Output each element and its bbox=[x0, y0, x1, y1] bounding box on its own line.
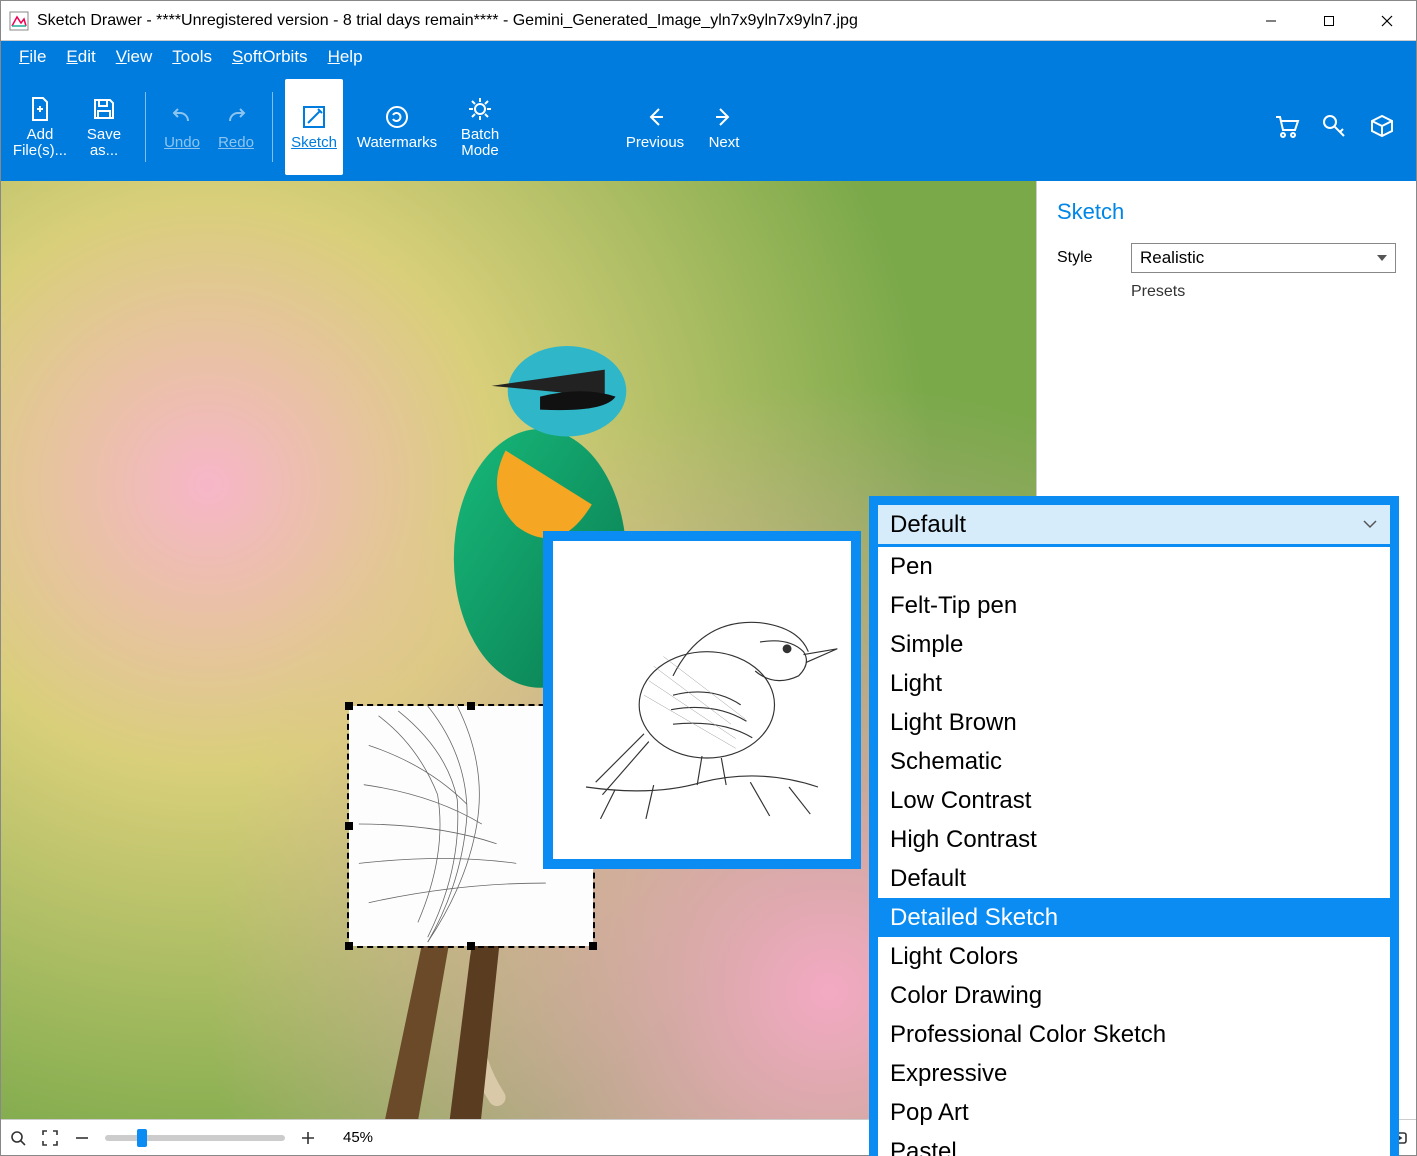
sketch-button[interactable]: Sketch bbox=[285, 79, 343, 175]
dropdown-option[interactable]: Simple bbox=[878, 625, 1390, 664]
app-window: Sketch Drawer - ****Unregistered version… bbox=[0, 0, 1417, 1156]
style-combo[interactable]: Realistic bbox=[1131, 243, 1396, 273]
batch-mode-button[interactable]: Batch Mode bbox=[451, 79, 509, 175]
menu-bar: File Edit View Tools SoftOrbits Help bbox=[1, 41, 1416, 73]
dropdown-list[interactable]: PenFelt-Tip penSimpleLightLight BrownSch… bbox=[878, 547, 1390, 1156]
previous-button[interactable]: Previous bbox=[621, 79, 689, 175]
arrow-right-icon bbox=[710, 103, 738, 131]
preview-sketch bbox=[557, 545, 847, 855]
chevron-down-icon bbox=[1362, 511, 1378, 539]
sketch-icon bbox=[300, 103, 328, 131]
dropdown-option[interactable]: Detailed Sketch bbox=[878, 898, 1390, 937]
dropdown-option[interactable]: Color Drawing bbox=[878, 976, 1390, 1015]
dropdown-option[interactable]: Light Colors bbox=[878, 937, 1390, 976]
undo-icon bbox=[168, 103, 196, 131]
arrow-left-icon bbox=[641, 103, 669, 131]
close-button[interactable] bbox=[1358, 1, 1416, 40]
dropdown-option[interactable]: Expressive bbox=[878, 1054, 1390, 1093]
resize-handle[interactable] bbox=[345, 942, 353, 950]
presets-dropdown[interactable]: Default PenFelt-Tip penSimpleLightLight … bbox=[869, 496, 1399, 1156]
menu-view[interactable]: View bbox=[106, 41, 163, 73]
package-icon[interactable] bbox=[1368, 112, 1396, 143]
resize-handle[interactable] bbox=[589, 942, 597, 950]
fit-screen-icon[interactable] bbox=[41, 1129, 59, 1147]
resize-handle[interactable] bbox=[467, 702, 475, 710]
app-icon bbox=[9, 11, 29, 31]
save-as-button[interactable]: Save as... bbox=[75, 79, 133, 175]
toolbar: Add File(s)... Save as... Undo Redo Sket… bbox=[1, 73, 1416, 181]
dropdown-option[interactable]: Low Contrast bbox=[878, 781, 1390, 820]
resize-handle[interactable] bbox=[467, 942, 475, 950]
redo-icon bbox=[222, 103, 250, 131]
menu-file[interactable]: File bbox=[9, 41, 56, 73]
dropdown-option[interactable]: Felt-Tip pen bbox=[878, 586, 1390, 625]
panel-title: Sketch bbox=[1057, 199, 1396, 225]
add-files-button[interactable]: Add File(s)... bbox=[11, 79, 69, 175]
title-bar: Sketch Drawer - ****Unregistered version… bbox=[1, 1, 1416, 41]
dropdown-option[interactable]: Pop Art bbox=[878, 1093, 1390, 1132]
gear-icon bbox=[466, 95, 494, 123]
zoom-value: 45% bbox=[343, 1129, 373, 1146]
slider-thumb[interactable] bbox=[137, 1129, 147, 1147]
dropdown-option[interactable]: Light Brown bbox=[878, 703, 1390, 742]
zoom-out-icon[interactable] bbox=[73, 1129, 91, 1147]
save-icon bbox=[90, 95, 118, 123]
window-title: Sketch Drawer - ****Unregistered version… bbox=[37, 12, 858, 30]
zoom-reset-icon[interactable] bbox=[9, 1129, 27, 1147]
zoom-slider[interactable] bbox=[105, 1135, 285, 1141]
dropdown-option[interactable]: Schematic bbox=[878, 742, 1390, 781]
cart-icon[interactable] bbox=[1272, 112, 1300, 143]
redo-button[interactable]: Redo bbox=[212, 79, 260, 175]
resize-handle[interactable] bbox=[345, 822, 353, 830]
dropdown-option[interactable]: Default bbox=[878, 859, 1390, 898]
menu-tools[interactable]: Tools bbox=[162, 41, 222, 73]
menu-edit[interactable]: Edit bbox=[56, 41, 105, 73]
preview-popup bbox=[543, 531, 861, 869]
undo-button[interactable]: Undo bbox=[158, 79, 206, 175]
maximize-button[interactable] bbox=[1300, 1, 1358, 40]
dropdown-option[interactable]: Professional Color Sketch bbox=[878, 1015, 1390, 1054]
zoom-in-icon[interactable] bbox=[299, 1129, 317, 1147]
add-file-icon bbox=[26, 95, 54, 123]
watermarks-button[interactable]: Watermarks bbox=[349, 79, 445, 175]
resize-handle[interactable] bbox=[345, 702, 353, 710]
dropdown-option[interactable]: High Contrast bbox=[878, 820, 1390, 859]
style-label: Style bbox=[1057, 249, 1113, 267]
dropdown-selected[interactable]: Default bbox=[878, 505, 1390, 547]
dropdown-option[interactable]: Pen bbox=[878, 547, 1390, 586]
next-button[interactable]: Next bbox=[695, 79, 753, 175]
menu-help[interactable]: Help bbox=[318, 41, 373, 73]
watermark-icon bbox=[383, 103, 411, 131]
style-value: Realistic bbox=[1140, 248, 1204, 268]
dropdown-option[interactable]: Light bbox=[878, 664, 1390, 703]
dropdown-option[interactable]: Pastel bbox=[878, 1132, 1390, 1156]
body: Sketch Style Realistic Presets bbox=[1, 181, 1416, 1119]
key-icon[interactable] bbox=[1320, 112, 1348, 143]
presets-label: Presets bbox=[1131, 283, 1396, 301]
chevron-down-icon bbox=[1377, 255, 1387, 261]
menu-softorbits[interactable]: SoftOrbits bbox=[222, 41, 318, 73]
minimize-button[interactable] bbox=[1242, 1, 1300, 40]
